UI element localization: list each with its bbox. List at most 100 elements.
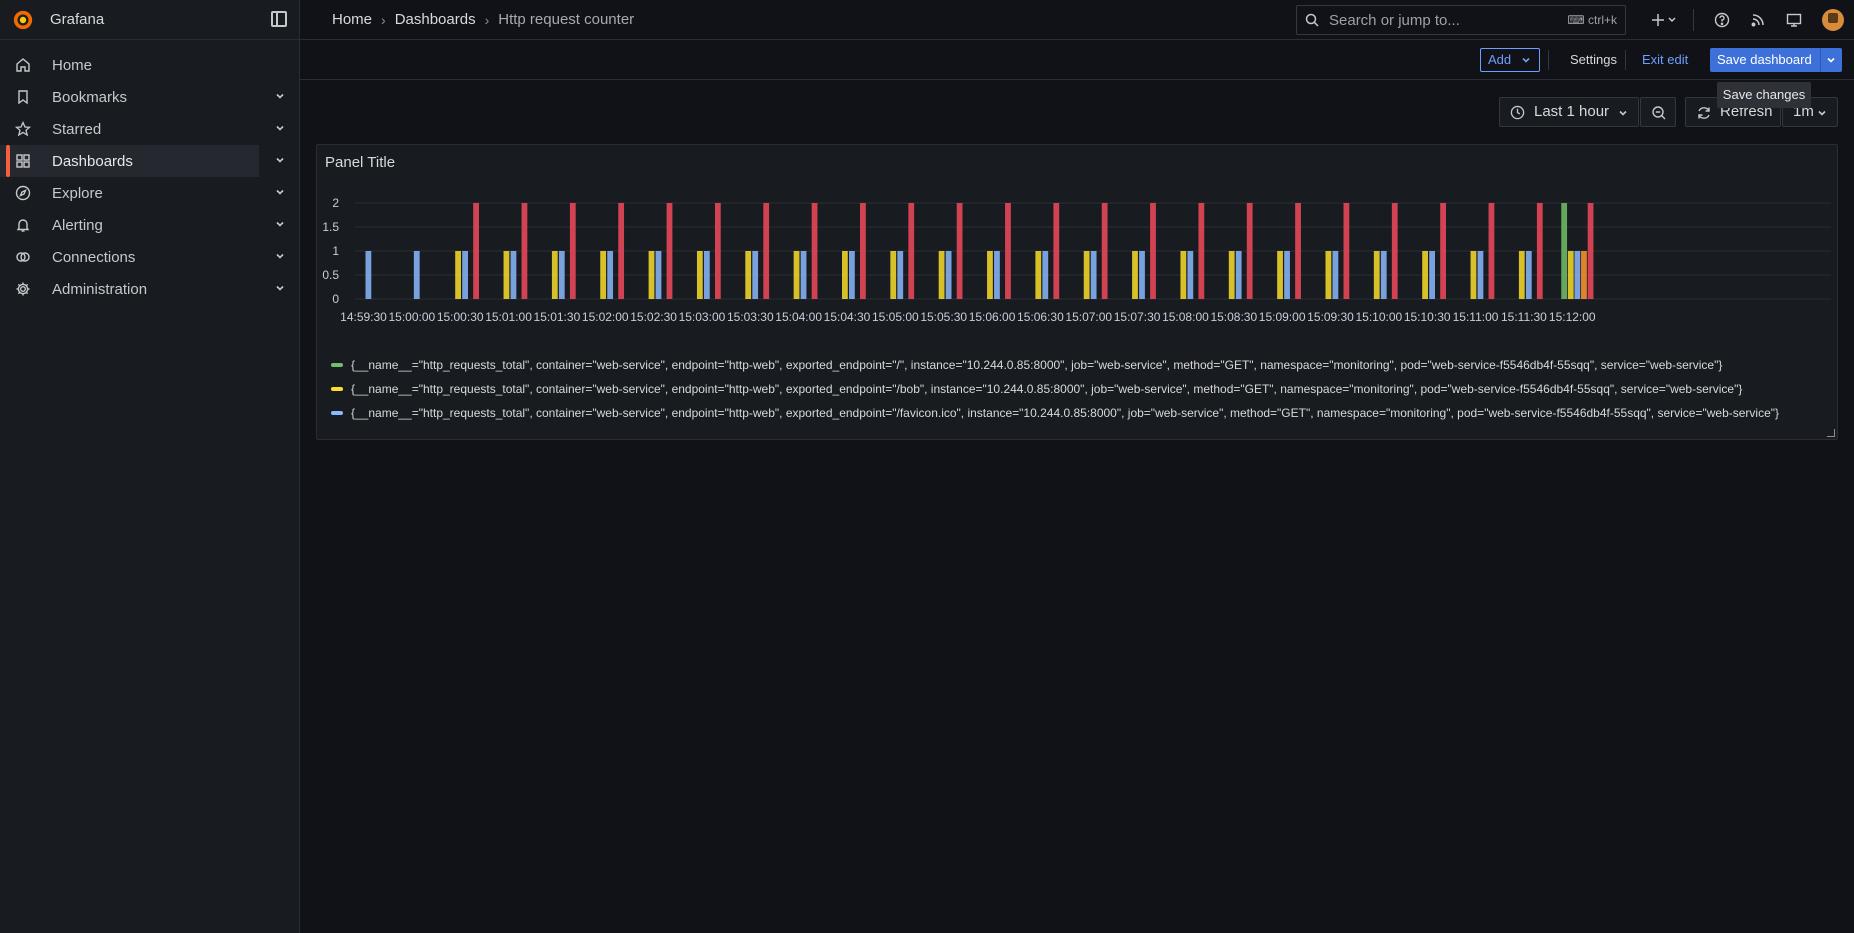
legend: {__name__="http_requests_total", contain… (331, 353, 1831, 425)
x-tick-label: 15:00:30 (437, 310, 484, 324)
bar (510, 251, 517, 299)
bar (703, 251, 710, 299)
bar (1587, 203, 1594, 299)
add-button-label: Add (1488, 52, 1512, 67)
x-tick-label: 15:10:30 (1404, 310, 1451, 324)
exit-edit-button[interactable]: Exit edit (1634, 48, 1696, 72)
sidebar-item-label: Dashboards (52, 152, 133, 170)
sidebar-item-starred[interactable]: Starred (0, 113, 299, 145)
search-shortcut: ⌨ ctrl+k (1567, 13, 1617, 27)
bar (503, 251, 510, 299)
new-plus-icon[interactable] (1651, 12, 1677, 28)
bar (618, 203, 625, 299)
help-icon[interactable] (1714, 12, 1730, 28)
legend-item[interactable]: {__name__="http_requests_total", contain… (331, 353, 1831, 377)
sidebar-item-alerting[interactable]: Alerting (0, 209, 299, 241)
legend-item[interactable]: {__name__="http_requests_total", contain… (331, 401, 1831, 425)
bar (1101, 203, 1108, 299)
sidebar-item-connections[interactable]: Connections (0, 241, 299, 273)
chevron-down-icon[interactable] (275, 155, 285, 165)
chevron-down-icon[interactable] (275, 251, 285, 261)
y-tick-label: 1 (332, 244, 339, 258)
bar (1332, 251, 1339, 299)
bar (908, 203, 915, 299)
save-dashboard-button[interactable]: Save dashboard (1710, 48, 1842, 72)
bar (1187, 251, 1194, 299)
kiosk-monitor-icon[interactable] (1786, 12, 1802, 28)
chevron-down-icon (1522, 57, 1530, 63)
settings-button[interactable]: Settings (1562, 48, 1625, 72)
dock-menu-icon[interactable] (271, 11, 287, 27)
grafana-logo-icon[interactable] (12, 9, 34, 31)
bar (462, 251, 468, 299)
y-tick-label: 2 (332, 196, 339, 210)
x-tick-label: 15:01:30 (534, 310, 581, 324)
legend-label: {__name__="http_requests_total", contain… (351, 406, 1780, 420)
bar (1198, 203, 1205, 299)
add-button[interactable]: Add (1480, 48, 1541, 72)
bar (455, 251, 461, 299)
chevron-down-icon[interactable] (275, 187, 285, 197)
bar (1083, 251, 1090, 299)
bar (745, 251, 752, 299)
sidebar-item-administration[interactable]: Administration (0, 273, 299, 305)
sidebar-item-dashboards[interactable]: Dashboards (0, 145, 284, 177)
bar (1422, 251, 1428, 299)
panel[interactable]: Panel Title 2 1.5 1 0.5 0 14:59:30 15:00:00 15:… (316, 144, 1838, 440)
bar (811, 203, 818, 299)
topbar: Home › Dashboards › Http request counter… (300, 0, 1854, 40)
sidebar-item-label: Alerting (52, 216, 103, 234)
breadcrumb-dashboards[interactable]: Dashboards (395, 11, 476, 28)
sidebar-item-label: Explore (52, 184, 103, 202)
bar (987, 251, 993, 299)
search-input[interactable]: Search or jump to... ⌨ ctrl+k (1296, 5, 1626, 35)
legend-item[interactable]: {__name__="http_requests_total", contain… (331, 377, 1831, 401)
x-tick-label: 15:08:00 (1162, 310, 1209, 324)
x-tick-label: 15:06:00 (969, 310, 1016, 324)
sidebar-item-home[interactable]: Home (0, 49, 299, 81)
bar (1139, 251, 1145, 299)
bar-chart: 2 1.5 1 0.5 014:59:30 15:00:00 15:00:30 15:01:0… (322, 196, 1831, 324)
divider (1548, 50, 1549, 70)
sidebar-item-label: Administration (52, 280, 148, 298)
grafana-app: Grafana Home Bookmarks Starred Dashboard… (0, 0, 1854, 933)
bar (1574, 251, 1581, 299)
bar (1325, 251, 1332, 299)
chevron-down-icon[interactable] (275, 283, 285, 293)
time-range-picker[interactable]: Last 1 hour (1499, 97, 1639, 127)
x-tick-label: 15:12:00 (1549, 310, 1596, 324)
x-tick-label: 15:05:30 (920, 310, 967, 324)
chevron-down-icon[interactable] (275, 91, 285, 101)
bar (473, 203, 479, 299)
save-options-button[interactable] (1820, 48, 1842, 72)
sidebar-item-explore[interactable]: Explore (0, 177, 299, 209)
bar (1246, 203, 1253, 299)
bar (666, 203, 673, 299)
zoom-out-button[interactable] (1640, 97, 1676, 127)
news-rss-icon[interactable] (1750, 12, 1766, 28)
sidebar-item-bookmarks[interactable]: Bookmarks (0, 81, 299, 113)
chevron-down-icon (1818, 110, 1826, 116)
bar (1042, 251, 1049, 299)
bar (551, 251, 558, 299)
chevron-down-icon[interactable] (275, 123, 285, 133)
x-tick-label: 15:06:30 (1017, 310, 1064, 324)
bar (1536, 203, 1543, 299)
bar (890, 251, 897, 299)
time-range-label: Last 1 hour (1534, 103, 1610, 120)
bar (521, 203, 528, 299)
bar (607, 251, 614, 299)
nav-menu: Home Bookmarks Starred Dashboards Explor… (0, 40, 299, 305)
clock-icon (1510, 105, 1525, 120)
breadcrumb-home[interactable]: Home (332, 11, 372, 28)
panel-title[interactable]: Panel Title (325, 154, 395, 171)
chevron-down-icon[interactable] (275, 219, 285, 229)
refresh-icon (1698, 107, 1710, 119)
x-tick-label: 15:03:00 (679, 310, 726, 324)
bar (1567, 251, 1574, 299)
avatar[interactable] (1822, 9, 1844, 31)
resize-handle[interactable] (1827, 429, 1835, 437)
breadcrumb-separator-icon: › (484, 11, 490, 28)
sidebar-item-label: Bookmarks (52, 88, 128, 106)
bar (365, 251, 372, 299)
